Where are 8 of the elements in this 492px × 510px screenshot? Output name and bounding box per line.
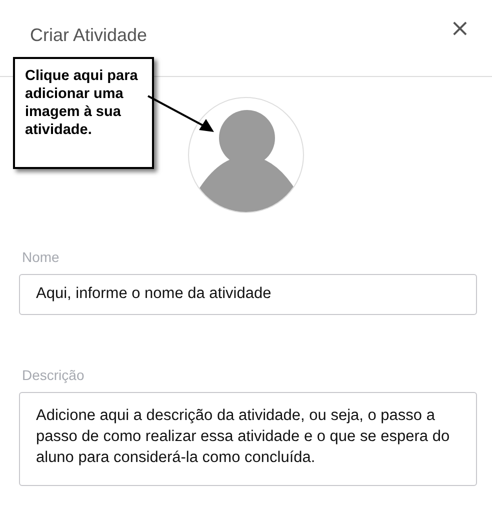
description-field[interactable]: Adicione aqui a descrição da atividade, ou seja, o passo a passo de como realizar essa atividade e o que se espera do aluno para considerá-la como concluída. (19, 392, 477, 486)
field-label: Descrição (22, 366, 86, 385)
name-field[interactable]: Aqui, informe o nome da atividade (19, 274, 477, 315)
dialog-title: Criar Atividade (30, 24, 148, 47)
field-label: Nome (22, 248, 60, 267)
avatar-placeholder[interactable] (188, 97, 304, 213)
callout-box: Clique aqui para adicionar uma imagem à sua atividade. (13, 57, 154, 169)
close-button[interactable]: × (450, 16, 470, 40)
